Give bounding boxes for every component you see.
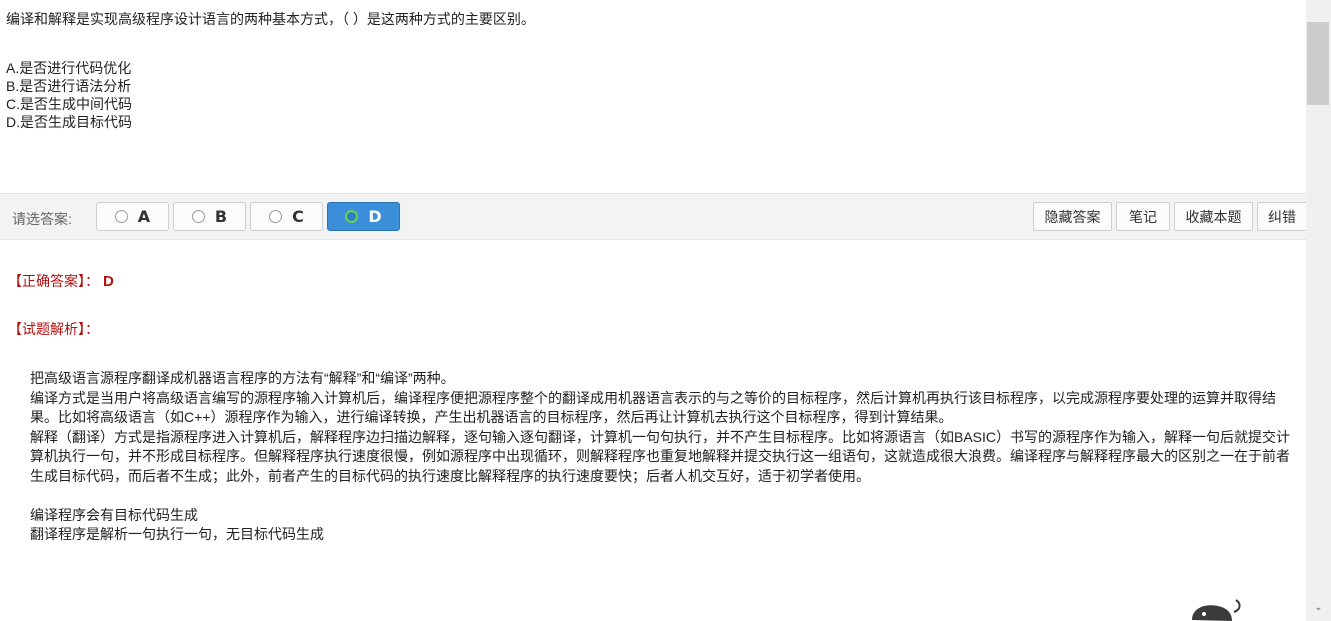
radio-icon — [114, 210, 128, 223]
question-options: A.是否进行代码优化 B.是否进行语法分析 C.是否生成中间代码 D.是否生成目… — [6, 59, 132, 131]
option-c-text: C.是否生成中间代码 — [6, 96, 132, 112]
option-d-text: D.是否生成目标代码 — [6, 114, 132, 130]
answer-choice-d[interactable]: D — [327, 202, 400, 231]
answer-choice-label: B — [214, 207, 228, 226]
scroll-down-arrow-icon[interactable]: ⌄ — [1306, 602, 1331, 613]
correct-answer-label: 【正确答案】： — [8, 273, 99, 289]
option-b-text: B.是否进行语法分析 — [6, 78, 132, 94]
radio-checked-icon — [345, 210, 359, 223]
correct-answer: 【正确答案】： D — [8, 271, 114, 291]
option-a-text: A.是否进行代码优化 — [6, 60, 132, 76]
main-content: 编译和解释是实现高级程序设计语言的两种基本方式，（ ）是这两种方式的主要区别。 … — [0, 0, 1306, 621]
analysis-paragraph: 解释（翻译）方式是指源程序进入计算机后，解释程序边扫描边解释，逐句输入逐句翻译，… — [30, 428, 1291, 484]
scrollbar-thumb[interactable] — [1307, 22, 1329, 105]
radio-icon — [191, 210, 205, 223]
answer-choice-c[interactable]: C — [250, 202, 323, 231]
answer-choice-b[interactable]: B — [173, 202, 246, 231]
report-error-button[interactable]: 纠错 — [1257, 202, 1306, 231]
answer-choice-label: C — [292, 207, 304, 226]
answer-choice-label: D — [368, 207, 382, 226]
analysis-label: 【试题解析】： — [8, 321, 99, 337]
vertical-scrollbar[interactable]: ⌄ — [1306, 0, 1331, 621]
analysis-paragraph: 翻译程序是解析一句执行一句，无目标代码生成 — [30, 526, 324, 542]
question-text: 编译和解释是实现高级程序设计语言的两种基本方式，（ ）是这两种方式的主要区别。 — [6, 11, 535, 27]
analysis-paragraph: 把高级语言源程序翻译成机器语言程序的方法有“解释”和“编译”两种。 — [30, 370, 455, 386]
analysis-body: 把高级语言源程序翻译成机器语言程序的方法有“解释”和“编译”两种。 编译方式是当… — [30, 369, 1302, 545]
answer-choice-label: A — [137, 207, 151, 226]
answer-choice-a[interactable]: A — [96, 202, 169, 231]
answer-prompt: 请选答案: — [12, 211, 72, 227]
hide-answer-button[interactable]: 隐藏答案 — [1033, 202, 1112, 231]
favorite-button[interactable]: 收藏本题 — [1174, 202, 1253, 231]
answer-bar: 请选答案: A B C D 隐藏答案 笔记 收藏本题 纠错 — [0, 193, 1306, 240]
analysis-paragraph: 编译程序会有目标代码生成 — [30, 506, 198, 523]
analysis-paragraph: 编译方式是当用户将高级语言编写的源程序输入计算机后，编译程序便把源程序整个的翻译… — [30, 389, 1276, 426]
radio-icon — [269, 210, 283, 223]
correct-answer-value: D — [103, 273, 114, 290]
notes-button[interactable]: 笔记 — [1116, 202, 1170, 231]
mascot-icon — [1192, 599, 1241, 621]
